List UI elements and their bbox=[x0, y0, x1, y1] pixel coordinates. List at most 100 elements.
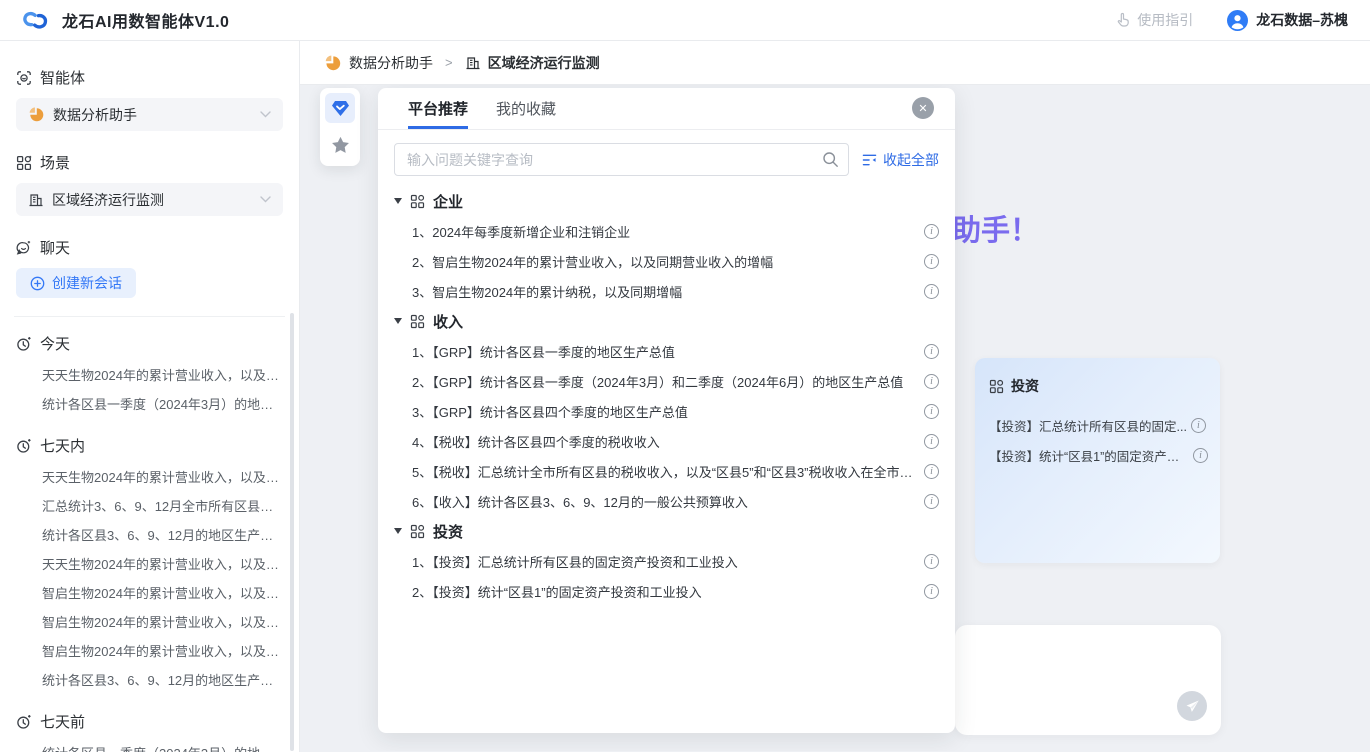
close-icon[interactable] bbox=[912, 97, 934, 119]
collapse-triangle-icon bbox=[394, 318, 402, 324]
question-group-header[interactable]: 投资 bbox=[392, 516, 939, 546]
pie-chart-icon bbox=[324, 54, 342, 72]
category-card-item-text: 【投资】汇总统计所有区县的固定... bbox=[989, 416, 1187, 435]
chat-section-label: 聊天 bbox=[16, 237, 283, 258]
scene-select-value: 区域经济运行监测 bbox=[52, 190, 164, 210]
history-group-label: 七天前 bbox=[16, 711, 283, 732]
question-item[interactable]: 3、智启生物2024年的累计纳税，以及同期增幅 i bbox=[392, 276, 939, 306]
usage-guide-button[interactable]: 使用指引 bbox=[1115, 10, 1193, 30]
breadcrumb-separator: > bbox=[445, 55, 453, 70]
agent-icon bbox=[16, 70, 32, 86]
question-item[interactable]: 3、【GRP】统计各区县四个季度的地区生产总值 i bbox=[392, 396, 939, 426]
history-item[interactable]: 天天生物2024年的累计营业收入，以及同期... bbox=[16, 361, 283, 390]
question-item-text: 2、【投资】统计“区县1”的固定资产投资和工业投入 bbox=[412, 582, 702, 601]
info-icon[interactable]: i bbox=[1193, 448, 1208, 463]
recommended-questions-modal: 平台推荐 我的收藏 bbox=[378, 88, 955, 733]
breadcrumb: 数据分析助手 > 区域经济运行监测 bbox=[300, 41, 1370, 85]
user-name: 龙石数据–苏槐 bbox=[1256, 10, 1348, 30]
plus-circle-icon bbox=[30, 276, 45, 291]
top-header: 龙石AI用数智能体V1.0 使用指引 龙石数据–苏槐 bbox=[0, 0, 1370, 41]
app-root: 龙石AI用数智能体V1.0 使用指引 龙石数据–苏槐 智能体 bbox=[0, 0, 1370, 752]
question-item-text: 1、2024年每季度新增企业和注销企业 bbox=[412, 222, 630, 241]
info-icon[interactable]: i bbox=[924, 404, 939, 419]
history-item[interactable]: 智启生物2024年的累计营业收入，以及同期... bbox=[16, 579, 283, 608]
group-grid-icon bbox=[989, 379, 1004, 394]
question-item[interactable]: 4、【税收】统计各区县四个季度的税收收入i bbox=[392, 426, 939, 456]
pie-chart-icon bbox=[28, 106, 45, 123]
info-icon[interactable]: i bbox=[924, 284, 939, 299]
welcome-heading: 助手！ bbox=[952, 207, 1039, 249]
question-item-text: 3、智启生物2024年的累计纳税，以及同期增幅 bbox=[412, 282, 682, 301]
question-group-header[interactable]: 企业 bbox=[392, 186, 939, 216]
history-group-label: 七天内 bbox=[16, 435, 283, 456]
group-grid-icon bbox=[410, 524, 425, 539]
recommended-questions-button[interactable] bbox=[325, 93, 355, 123]
new-chat-button[interactable]: 创建新会话 bbox=[16, 268, 136, 298]
question-item[interactable]: 2、【投资】统计“区县1”的固定资产投资和工业投入 i bbox=[392, 576, 939, 606]
history-item[interactable]: 智启生物2024年的累计营业收入，以及同期... bbox=[16, 608, 283, 637]
breadcrumb-agent[interactable]: 数据分析助手 bbox=[324, 53, 433, 73]
history-item[interactable]: 汇总统计3、6、9、12月全市所有区县的税... bbox=[16, 492, 283, 521]
question-item[interactable]: 1、2024年每季度新增企业和注销企业 i bbox=[392, 216, 939, 246]
info-icon[interactable]: i bbox=[924, 494, 939, 509]
question-item[interactable]: 6、【收入】统计各区县3、6、9、12月的一般公共预算收入i bbox=[392, 486, 939, 516]
category-card-item[interactable]: 【投资】统计“区县1”的固定资产投... i bbox=[989, 440, 1208, 470]
category-card-investment: 投资 【投资】汇总统计所有区县的固定...i【投资】统计“区县1”的固定资产投.… bbox=[975, 358, 1220, 563]
message-input-box[interactable] bbox=[955, 625, 1221, 735]
user-menu[interactable]: 龙石数据–苏槐 bbox=[1227, 10, 1348, 31]
info-icon[interactable]: i bbox=[924, 434, 939, 449]
history-item[interactable]: 智启生物2024年的累计营业收入，以及同期... bbox=[16, 637, 283, 666]
hand-pointer-icon bbox=[1115, 12, 1131, 28]
chevron-down-icon bbox=[260, 111, 271, 118]
info-icon[interactable]: i bbox=[924, 464, 939, 479]
modal-search-row: 收起全部 bbox=[394, 143, 939, 176]
sidebar-scrollbar[interactable] bbox=[290, 313, 294, 751]
info-icon[interactable]: i bbox=[1191, 418, 1206, 433]
info-icon[interactable]: i bbox=[924, 374, 939, 389]
info-icon[interactable]: i bbox=[924, 344, 939, 359]
group-grid-icon bbox=[410, 194, 425, 209]
history-item[interactable]: 统计各区县3、6、9、12月的地区生产总值... bbox=[16, 521, 283, 550]
send-button[interactable] bbox=[1177, 691, 1207, 721]
category-card-item-text: 【投资】统计“区县1”的固定资产投... bbox=[989, 446, 1189, 465]
info-icon[interactable]: i bbox=[924, 554, 939, 569]
info-icon[interactable]: i bbox=[924, 584, 939, 599]
agent-select[interactable]: 数据分析助手 bbox=[16, 98, 283, 131]
question-item[interactable]: 1、【投资】汇总统计所有区县的固定资产投资和工业投入i bbox=[392, 546, 939, 576]
category-card-item[interactable]: 【投资】汇总统计所有区县的固定... i bbox=[989, 410, 1208, 440]
question-item[interactable]: 2、智启生物2024年的累计营业收入，以及同期营业收入的增幅 i bbox=[392, 246, 939, 276]
collapse-all-button[interactable]: 收起全部 bbox=[862, 150, 939, 170]
scene-select[interactable]: 区域经济运行监测 bbox=[16, 183, 283, 216]
breadcrumb-scene[interactable]: 区域经济运行监测 bbox=[465, 53, 600, 73]
question-item-text: 3、【GRP】统计各区县四个季度的地区生产总值 bbox=[412, 402, 688, 421]
usage-guide-label: 使用指引 bbox=[1137, 10, 1193, 30]
question-item[interactable]: 5、【税收】汇总统计全市所有区县的税收收入，以及“区县5”和“区县3”税收收入在… bbox=[392, 456, 939, 486]
agent-section-label: 智能体 bbox=[16, 67, 283, 88]
question-search-input[interactable] bbox=[394, 143, 849, 176]
scene-section-label: 场景 bbox=[16, 152, 283, 173]
collapse-triangle-icon bbox=[394, 198, 402, 204]
info-icon[interactable]: i bbox=[924, 224, 939, 239]
category-card-items: 【投资】汇总统计所有区县的固定...i【投资】统计“区县1”的固定资产投...i bbox=[989, 410, 1208, 470]
question-item[interactable]: 2、【GRP】统计各区县一季度（2024年3月）和二季度（2024年6月）的地区… bbox=[392, 366, 939, 396]
tab-platform-recommend[interactable]: 平台推荐 bbox=[408, 88, 468, 129]
app-title: 龙石AI用数智能体V1.0 bbox=[62, 8, 229, 32]
history-clock-icon bbox=[16, 438, 32, 454]
question-item-text: 1、【GRP】统计各区县一季度的地区生产总值 bbox=[412, 342, 675, 361]
category-card-title-row: 投资 bbox=[989, 376, 1208, 396]
main-area: 数据分析助手 > 区域经济运行监测 助手！ 投资 bbox=[300, 41, 1370, 752]
history-item[interactable]: 统计各区县一季度（2024年3月）的地区生... bbox=[16, 739, 283, 752]
question-item-text: 2、智启生物2024年的累计营业收入，以及同期营业收入的增幅 bbox=[412, 252, 773, 271]
modal-tabs: 平台推荐 我的收藏 bbox=[378, 88, 955, 130]
history-item[interactable]: 统计各区县3、6、9、12月的地区生产总值... bbox=[16, 666, 283, 695]
favorites-button[interactable] bbox=[325, 130, 355, 160]
question-item[interactable]: 1、【GRP】统计各区县一季度的地区生产总值 i bbox=[392, 336, 939, 366]
history-item[interactable]: 天天生物2024年的累计营业收入，以及同期... bbox=[16, 463, 283, 492]
history-item[interactable]: 天天生物2024年的累计营业收入，以及同期... bbox=[16, 550, 283, 579]
send-plane-icon bbox=[1185, 699, 1200, 714]
chevron-down-icon bbox=[260, 196, 271, 203]
info-icon[interactable]: i bbox=[924, 254, 939, 269]
tab-my-favorites[interactable]: 我的收藏 bbox=[496, 88, 556, 129]
history-item[interactable]: 统计各区县一季度（2024年3月）的地区生... bbox=[16, 390, 283, 419]
question-group-header[interactable]: 收入 bbox=[392, 306, 939, 336]
